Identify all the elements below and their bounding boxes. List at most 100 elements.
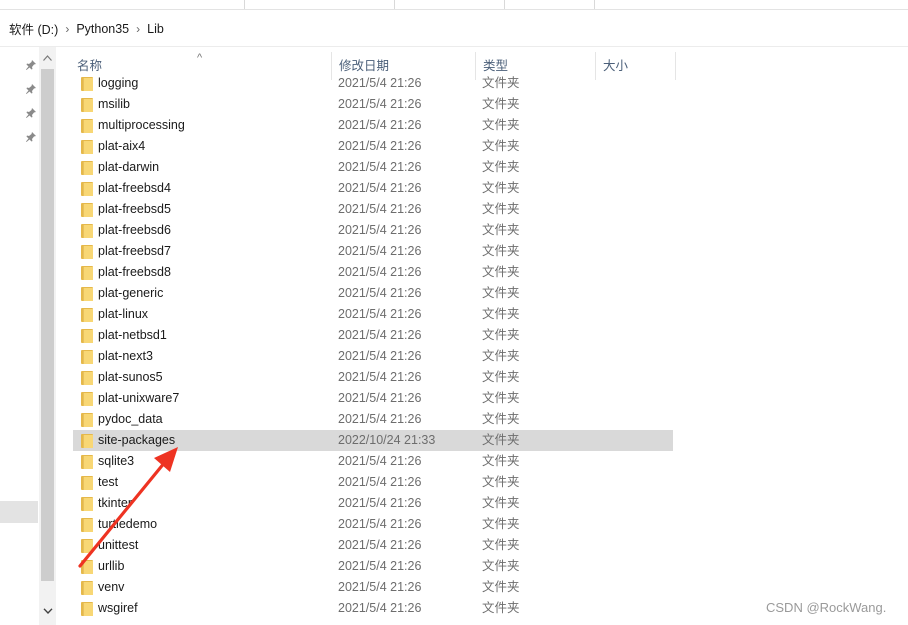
- file-row-plat-freebsd7[interactable]: plat-freebsd7 2021/5/4 21:26 文件夹: [73, 241, 673, 262]
- navigation-pane: [0, 47, 56, 625]
- file-type: 文件夹: [482, 160, 520, 174]
- breadcrumb-separator-icon[interactable]: ›: [58, 22, 76, 36]
- file-row-plat-netbsd1[interactable]: plat-netbsd1 2021/5/4 21:26 文件夹: [73, 325, 673, 346]
- folder-icon: [81, 497, 93, 511]
- file-name: plat-aix4: [98, 139, 146, 153]
- breadcrumb: 软件 (D:) › Python35 › Lib: [0, 11, 908, 47]
- file-name: logging: [98, 76, 139, 90]
- folder-icon: [81, 140, 93, 154]
- file-row-site-packages[interactable]: site-packages 2022/10/24 21:33 文件夹: [73, 430, 673, 451]
- ribbon-group-2[interactable]: [245, 0, 395, 9]
- file-name: plat-freebsd8: [98, 265, 171, 279]
- folder-icon: [81, 560, 93, 574]
- ribbon-group-1[interactable]: [55, 0, 245, 9]
- folder-icon: [81, 371, 93, 385]
- file-date: 2022/10/24 21:33: [338, 433, 436, 447]
- ribbon-strip: [0, 0, 908, 10]
- chevron-up-icon[interactable]: [39, 47, 56, 69]
- navigation-scrollbar[interactable]: [39, 47, 56, 625]
- breadcrumb-item-python35[interactable]: Python35: [76, 22, 129, 36]
- file-row-plat-generic[interactable]: plat-generic 2021/5/4 21:26 文件夹: [73, 283, 673, 304]
- file-row-urllib[interactable]: urllib 2021/5/4 21:26 文件夹: [73, 556, 673, 577]
- file-row-plat-linux[interactable]: plat-linux 2021/5/4 21:26 文件夹: [73, 304, 673, 325]
- file-name: plat-linux: [98, 307, 149, 321]
- file-row-plat-aix4[interactable]: plat-aix4 2021/5/4 21:26 文件夹: [73, 136, 673, 157]
- pin-icon[interactable]: [25, 59, 37, 71]
- file-date: 2021/5/4 21:26: [338, 349, 422, 363]
- file-row-plat-freebsd4[interactable]: plat-freebsd4 2021/5/4 21:26 文件夹: [73, 178, 673, 199]
- file-date: 2021/5/4 21:26: [338, 307, 422, 321]
- file-date: 2021/5/4 21:26: [338, 580, 422, 594]
- folder-icon: [81, 602, 93, 616]
- file-date: 2021/5/4 21:26: [338, 601, 422, 615]
- file-row-turtledemo[interactable]: turtledemo 2021/5/4 21:26 文件夹: [73, 514, 673, 535]
- folder-icon: [81, 392, 93, 406]
- file-name: venv: [98, 580, 125, 594]
- file-row-msilib[interactable]: msilib 2021/5/4 21:26 文件夹: [73, 94, 673, 115]
- ribbon-group-4[interactable]: [505, 0, 595, 9]
- file-row-unittest[interactable]: unittest 2021/5/4 21:26 文件夹: [73, 535, 673, 556]
- file-type: 文件夹: [482, 286, 520, 300]
- file-type: 文件夹: [482, 538, 520, 552]
- folder-icon: [81, 329, 93, 343]
- folder-icon: [81, 203, 93, 217]
- file-date: 2021/5/4 21:26: [338, 391, 422, 405]
- file-row-plat-sunos5[interactable]: plat-sunos5 2021/5/4 21:26 文件夹: [73, 367, 673, 388]
- file-name: plat-freebsd5: [98, 202, 171, 216]
- file-date: 2021/5/4 21:26: [338, 97, 422, 111]
- pin-icon[interactable]: [25, 131, 37, 143]
- breadcrumb-item-lib[interactable]: Lib: [147, 22, 164, 36]
- breadcrumb-separator-icon[interactable]: ›: [129, 22, 147, 36]
- scrollbar-thumb[interactable]: [41, 69, 54, 581]
- file-row-venv[interactable]: venv 2021/5/4 21:26 文件夹: [73, 577, 673, 598]
- chevron-down-icon[interactable]: [39, 599, 56, 621]
- file-name: plat-generic: [98, 286, 164, 300]
- file-date: 2021/5/4 21:26: [338, 538, 422, 552]
- file-row-sqlite3[interactable]: sqlite3 2021/5/4 21:26 文件夹: [73, 451, 673, 472]
- file-type: 文件夹: [482, 118, 520, 132]
- file-type: 文件夹: [482, 265, 520, 279]
- file-row-plat-next3[interactable]: plat-next3 2021/5/4 21:26 文件夹: [73, 346, 673, 367]
- folder-icon: [81, 77, 93, 91]
- folder-icon: [81, 98, 93, 112]
- folder-icon: [81, 119, 93, 133]
- file-type: 文件夹: [482, 307, 520, 321]
- folder-icon: [81, 518, 93, 532]
- file-row-tkinter[interactable]: tkinter 2021/5/4 21:26 文件夹: [73, 493, 673, 514]
- file-row-plat-freebsd5[interactable]: plat-freebsd5 2021/5/4 21:26 文件夹: [73, 199, 673, 220]
- file-row-multiprocessing[interactable]: multiprocessing 2021/5/4 21:26 文件夹: [73, 115, 673, 136]
- ribbon-group-3[interactable]: [395, 0, 505, 9]
- file-date: 2021/5/4 21:26: [338, 244, 422, 258]
- file-row-wsgiref[interactable]: wsgiref 2021/5/4 21:26 文件夹: [73, 598, 673, 619]
- file-name: test: [98, 475, 119, 489]
- folder-icon: [81, 581, 93, 595]
- file-type: 文件夹: [482, 412, 520, 426]
- breadcrumb-item-drive[interactable]: 软件 (D:): [9, 19, 58, 38]
- file-date: 2021/5/4 21:26: [338, 370, 422, 384]
- file-type: 文件夹: [482, 433, 520, 447]
- folder-icon: [81, 182, 93, 196]
- folder-icon: [81, 287, 93, 301]
- pin-icon[interactable]: [25, 107, 37, 119]
- column-header-name-label: 名称: [77, 59, 103, 73]
- file-row-plat-freebsd6[interactable]: plat-freebsd6 2021/5/4 21:26 文件夹: [73, 220, 673, 241]
- file-type: 文件夹: [482, 328, 520, 342]
- column-header-date-label: 修改日期: [339, 59, 390, 73]
- file-date: 2021/5/4 21:26: [338, 412, 422, 426]
- file-row-plat-darwin[interactable]: plat-darwin 2021/5/4 21:26 文件夹: [73, 157, 673, 178]
- file-name: plat-next3: [98, 349, 153, 363]
- nav-selected-item[interactable]: [0, 501, 38, 523]
- file-row-logging[interactable]: logging 2021/5/4 21:26 文件夹: [73, 73, 673, 94]
- file-type: 文件夹: [482, 580, 520, 594]
- folder-icon: [81, 161, 93, 175]
- file-type: 文件夹: [482, 601, 520, 615]
- file-row-plat-unixware7[interactable]: plat-unixware7 2021/5/4 21:26 文件夹: [73, 388, 673, 409]
- file-row-pydoc-data[interactable]: pydoc_data 2021/5/4 21:26 文件夹: [73, 409, 673, 430]
- file-row-plat-freebsd8[interactable]: plat-freebsd8 2021/5/4 21:26 文件夹: [73, 262, 673, 283]
- file-name: plat-darwin: [98, 160, 160, 174]
- file-date: 2021/5/4 21:26: [338, 286, 422, 300]
- pin-icon[interactable]: [25, 83, 37, 95]
- sort-up-icon: ^: [197, 52, 203, 64]
- file-date: 2021/5/4 21:26: [338, 496, 422, 510]
- file-row-test[interactable]: test 2021/5/4 21:26 文件夹: [73, 472, 673, 493]
